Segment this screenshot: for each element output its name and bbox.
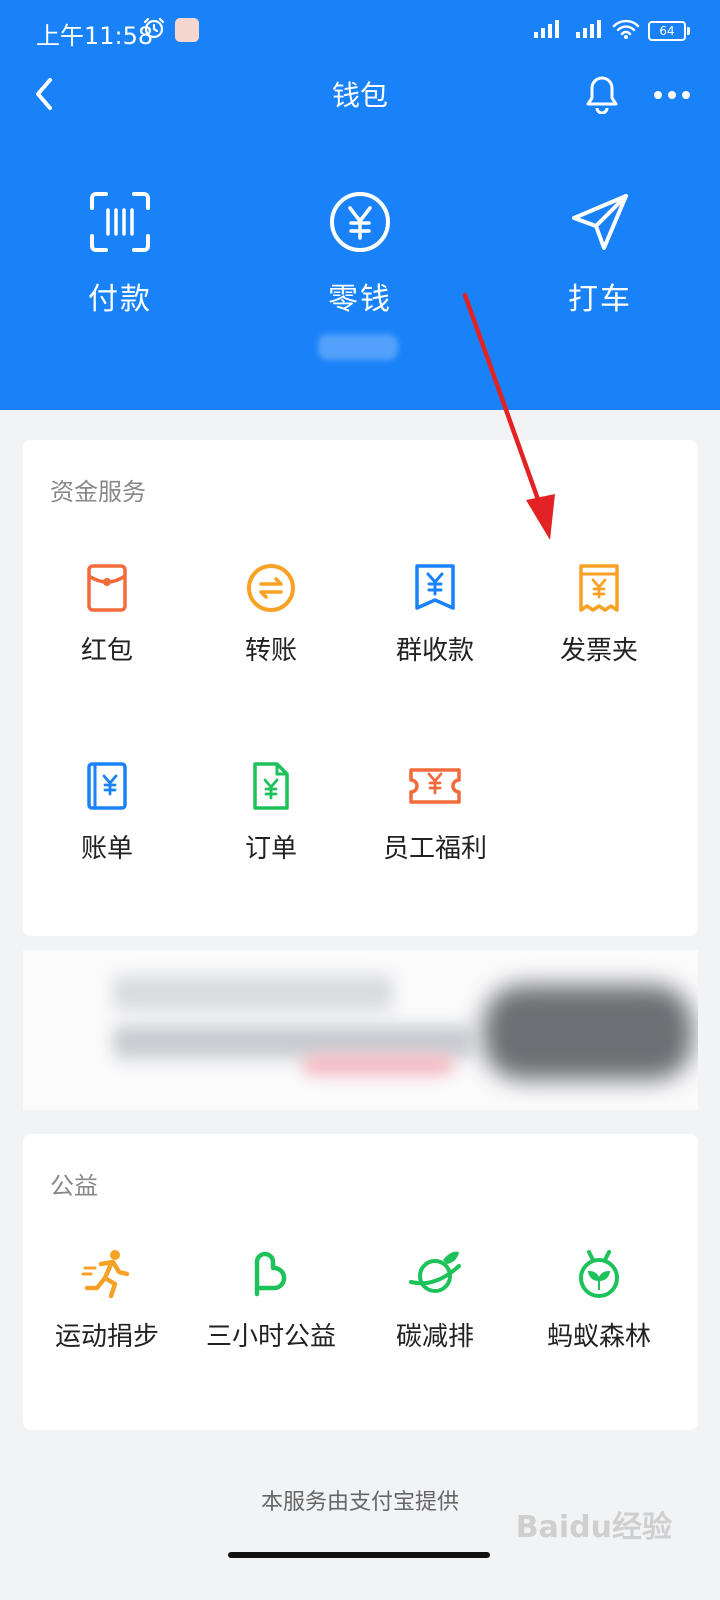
yuan-coin-icon [328, 190, 392, 254]
scan-pay-icon [88, 190, 152, 254]
charity-card: 公益 运动捐步 三小时公益 碳减排 蚂蚁森林 [23, 1134, 698, 1430]
funds-section-title: 资金服务 [50, 478, 146, 506]
taxi-label: 打车 [568, 282, 632, 317]
banner-blur-text-1 [113, 975, 393, 1011]
charity-section-title: 公益 [50, 1172, 98, 1200]
red-envelope-button[interactable]: 红包 [23, 560, 191, 667]
transfer-button[interactable]: 转账 [187, 560, 355, 667]
carbon-reduction-button[interactable]: 碳减排 [351, 1246, 519, 1353]
pay-button[interactable]: 付款 [0, 190, 240, 330]
wifi-icon [612, 18, 640, 44]
battery-indicator: 64 [648, 21, 690, 41]
red-envelope-label: 红包 [80, 636, 133, 666]
three-hour-charity-label: 三小时公益 [205, 1322, 336, 1352]
watermark: Baidu经验 [515, 1510, 672, 1545]
paper-plane-icon [568, 190, 632, 254]
three-hour-charity-button[interactable]: 三小时公益 [187, 1246, 355, 1353]
heart-icon [243, 1246, 299, 1302]
nav-bar: 钱包 [0, 64, 720, 124]
employee-welfare-icon [407, 758, 463, 814]
banner-blur-text-2 [113, 1025, 473, 1059]
notification-app-icon [175, 18, 199, 42]
group-collect-label: 群收款 [395, 636, 474, 666]
banner-car-image [483, 985, 693, 1080]
signal-2-icon [574, 19, 604, 43]
top-actions: 付款 零钱 打车 [0, 190, 720, 330]
bell-icon[interactable] [584, 74, 620, 118]
alarm-icon [142, 16, 166, 44]
invoice-folder-label: 发票夹 [559, 636, 638, 666]
balance-hidden [318, 334, 398, 360]
employee-welfare-label: 员工福利 [382, 834, 487, 864]
bill-button[interactable]: 账单 [23, 758, 191, 865]
group-collect-button[interactable]: 群收款 [351, 560, 519, 667]
funds-services-card: 资金服务 红包 转账 群收款 发票夹 账单 订单 员工福利 [23, 440, 698, 936]
red-envelope-icon [79, 560, 135, 616]
transfer-label: 转账 [244, 636, 297, 666]
banner-blur-text-3 [303, 1055, 453, 1075]
pay-label: 付款 [88, 282, 152, 317]
bill-icon [79, 758, 135, 814]
status-time: 上午11:58 [36, 22, 154, 50]
invoice-folder-icon [571, 560, 627, 616]
home-indicator[interactable] [228, 1552, 490, 1558]
transfer-icon [243, 560, 299, 616]
taxi-button[interactable]: 打车 [480, 190, 720, 330]
sprout-icon [571, 1246, 627, 1302]
order-button[interactable]: 订单 [187, 758, 355, 865]
signal-icon [532, 19, 566, 43]
employee-welfare-button[interactable]: 员工福利 [351, 758, 519, 865]
order-label: 订单 [244, 834, 297, 864]
carbon-reduction-label: 碳减排 [395, 1322, 474, 1352]
step-donation-button[interactable]: 运动捐步 [23, 1246, 191, 1353]
ant-forest-label: 蚂蚁森林 [546, 1322, 651, 1352]
bill-label: 账单 [80, 834, 133, 864]
change-label: 零钱 [328, 282, 392, 317]
promo-banner[interactable] [23, 950, 698, 1110]
running-icon [79, 1246, 135, 1302]
group-collect-icon [407, 560, 463, 616]
step-donation-label: 运动捐步 [54, 1322, 159, 1352]
ant-forest-button[interactable]: 蚂蚁森林 [515, 1246, 683, 1353]
change-button[interactable]: 零钱 [240, 190, 480, 330]
invoice-folder-button[interactable]: 发票夹 [515, 560, 683, 667]
planet-leaf-icon [407, 1246, 463, 1302]
more-options-icon[interactable] [652, 86, 692, 105]
order-icon [243, 758, 299, 814]
status-bar: 上午11:58 64 [0, 0, 720, 64]
